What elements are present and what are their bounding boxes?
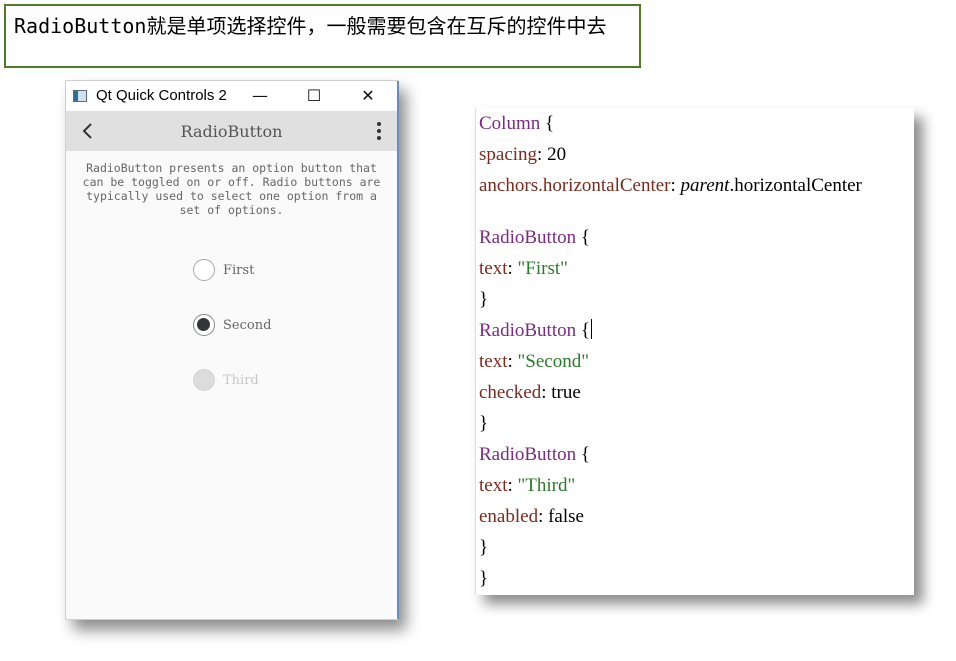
- code-token: }: [479, 537, 489, 558]
- maximize-button[interactable]: ☐: [291, 81, 337, 110]
- close-button[interactable]: ✕: [345, 81, 391, 110]
- code-token: {: [540, 113, 555, 134]
- code-token: text: [479, 351, 508, 372]
- code-line: Column {: [479, 112, 554, 136]
- code-token: }: [479, 568, 489, 589]
- code-token: :: [507, 258, 518, 279]
- code-token: text: [479, 475, 508, 496]
- radio-label: Third: [223, 372, 259, 388]
- minimize-icon: —: [252, 86, 268, 105]
- code-token: RadioButton: [479, 320, 577, 341]
- radio-button-first[interactable]: First: [193, 257, 271, 283]
- code-token: {: [576, 227, 590, 248]
- window-titlebar[interactable]: Qt Quick Controls 2 — ☐ ✕: [66, 81, 397, 110]
- code-line: }: [479, 412, 488, 436]
- close-icon: ✕: [361, 86, 375, 105]
- radio-label: First: [223, 262, 255, 278]
- code-line: }: [479, 567, 488, 591]
- code-line: RadioButton {: [479, 443, 590, 467]
- code-token: :: [507, 351, 518, 372]
- code-line: text: "Third": [479, 474, 575, 498]
- code-line: checked: true: [479, 381, 581, 405]
- more-menu-icon[interactable]: [371, 119, 387, 143]
- annotation-text: RadioButton就是单项选择控件，一般需要包含在互斥的控件中去: [14, 14, 607, 38]
- code-line: text: "First": [479, 257, 568, 281]
- code-token: {: [576, 320, 590, 341]
- code-token: enabled: [479, 506, 539, 527]
- code-panel: Column {spacing: 20 anchors.horizontalCen…: [475, 108, 914, 595]
- code-token: :: [507, 475, 518, 496]
- code-token: .horizontalCenter: [729, 175, 862, 196]
- radio-button-second[interactable]: Second: [193, 312, 271, 338]
- code-token: "Second": [517, 351, 589, 372]
- code-token: spacing: [479, 144, 538, 165]
- code-token: "Third": [517, 475, 576, 496]
- app-icon: [73, 89, 87, 102]
- code-line: }: [479, 536, 488, 560]
- minimize-button[interactable]: —: [237, 81, 283, 110]
- code-line: text: "Second": [479, 350, 589, 374]
- code-token: {: [576, 444, 590, 465]
- maximize-icon: ☐: [306, 86, 322, 105]
- code-token: anchors.horizontalCenter: [479, 175, 671, 196]
- code-line: RadioButton {: [479, 319, 592, 343]
- page-description: RadioButton presents an option button th…: [82, 161, 381, 217]
- annotation-box: RadioButton就是单项选择控件，一般需要包含在互斥的控件中去: [4, 4, 641, 68]
- radio-indicator[interactable]: [193, 314, 215, 336]
- code-token: RadioButton: [479, 444, 577, 465]
- code-token: }: [479, 413, 489, 434]
- code-token: : 20: [537, 144, 567, 165]
- code-token: :: [670, 175, 681, 196]
- code-token: checked: [479, 382, 542, 403]
- radio-indicator[interactable]: [193, 259, 215, 281]
- radio-button-third: Third: [193, 367, 271, 393]
- code-token: RadioButton: [479, 227, 577, 248]
- code-line: RadioButton {: [479, 226, 590, 250]
- code-token: }: [479, 289, 489, 310]
- window-title: Qt Quick Controls 2: [96, 87, 227, 104]
- app-toolbar: RadioButton: [66, 111, 397, 151]
- toolbar-title: RadioButton: [180, 121, 283, 141]
- code-line: spacing: 20: [479, 143, 566, 167]
- radio-column: First Second Third: [193, 257, 271, 422]
- code-token: "First": [517, 258, 568, 279]
- code-token: parent: [680, 175, 730, 196]
- code-line: anchors.horizontalCenter: parent.horizon…: [479, 174, 862, 198]
- app-window: Qt Quick Controls 2 — ☐ ✕ RadioButton Ra…: [65, 80, 399, 620]
- radio-label: Second: [223, 317, 272, 333]
- back-arrow-icon[interactable]: [76, 119, 100, 143]
- code-line: enabled: false: [479, 505, 584, 529]
- code-token: : true: [541, 382, 581, 403]
- code-line: }: [479, 288, 488, 312]
- radio-indicator: [193, 369, 215, 391]
- code-token: text: [479, 258, 508, 279]
- text-cursor: [591, 319, 592, 339]
- code-token: Column: [479, 113, 541, 134]
- code-token: : false: [538, 506, 584, 527]
